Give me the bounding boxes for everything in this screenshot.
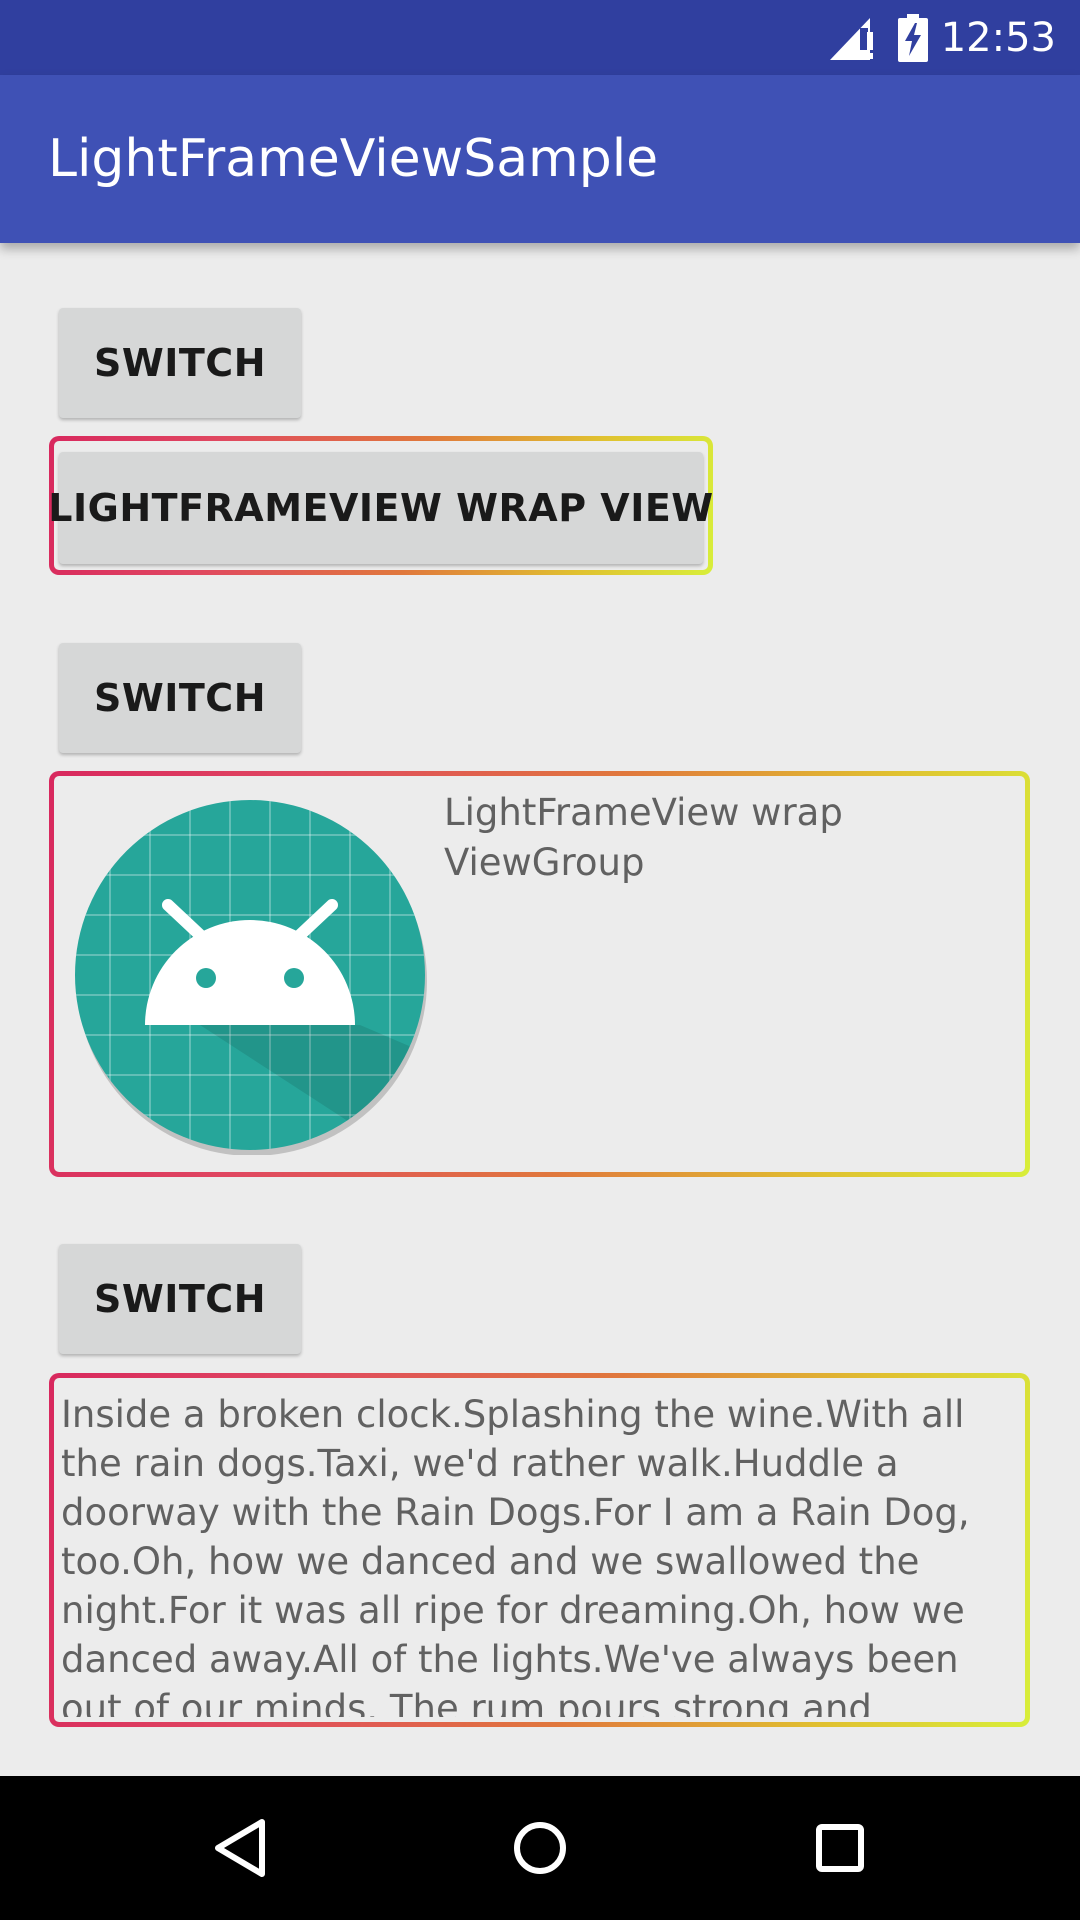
screen: 12:53 LightFrameViewSample SWITCH LIGHTF… [0,0,1080,1920]
signal-no-data-icon [830,18,873,60]
status-time: 12:53 [940,15,1056,61]
back-icon[interactable] [190,1798,290,1898]
recents-icon[interactable] [790,1798,890,1898]
switch-button-1[interactable]: SWITCH [59,308,301,418]
switch-button-3[interactable]: SWITCH [59,1244,301,1354]
battery-charging-icon [898,14,928,62]
lyrics-scroll-area[interactable]: Inside a broken clock.Splashing the wine… [56,1390,1020,1717]
viewgroup-text: LightFrameView wrap ViewGroup [444,791,843,884]
app-title: LightFrameViewSample [48,129,659,189]
switch-button-2[interactable]: SWITCH [59,643,301,753]
status-bar: 12:53 [0,0,1080,75]
lightframeview-wrap-view-button[interactable]: LIGHTFRAMEVIEW WRAP VIEW [48,452,713,564]
app-bar: LightFrameViewSample [0,75,1080,243]
lyrics-text: Inside a broken clock.Splashing the wine… [61,1393,970,1717]
home-icon[interactable] [490,1798,590,1898]
android-launcher-icon [75,800,427,1155]
navigation-bar [0,1776,1080,1920]
